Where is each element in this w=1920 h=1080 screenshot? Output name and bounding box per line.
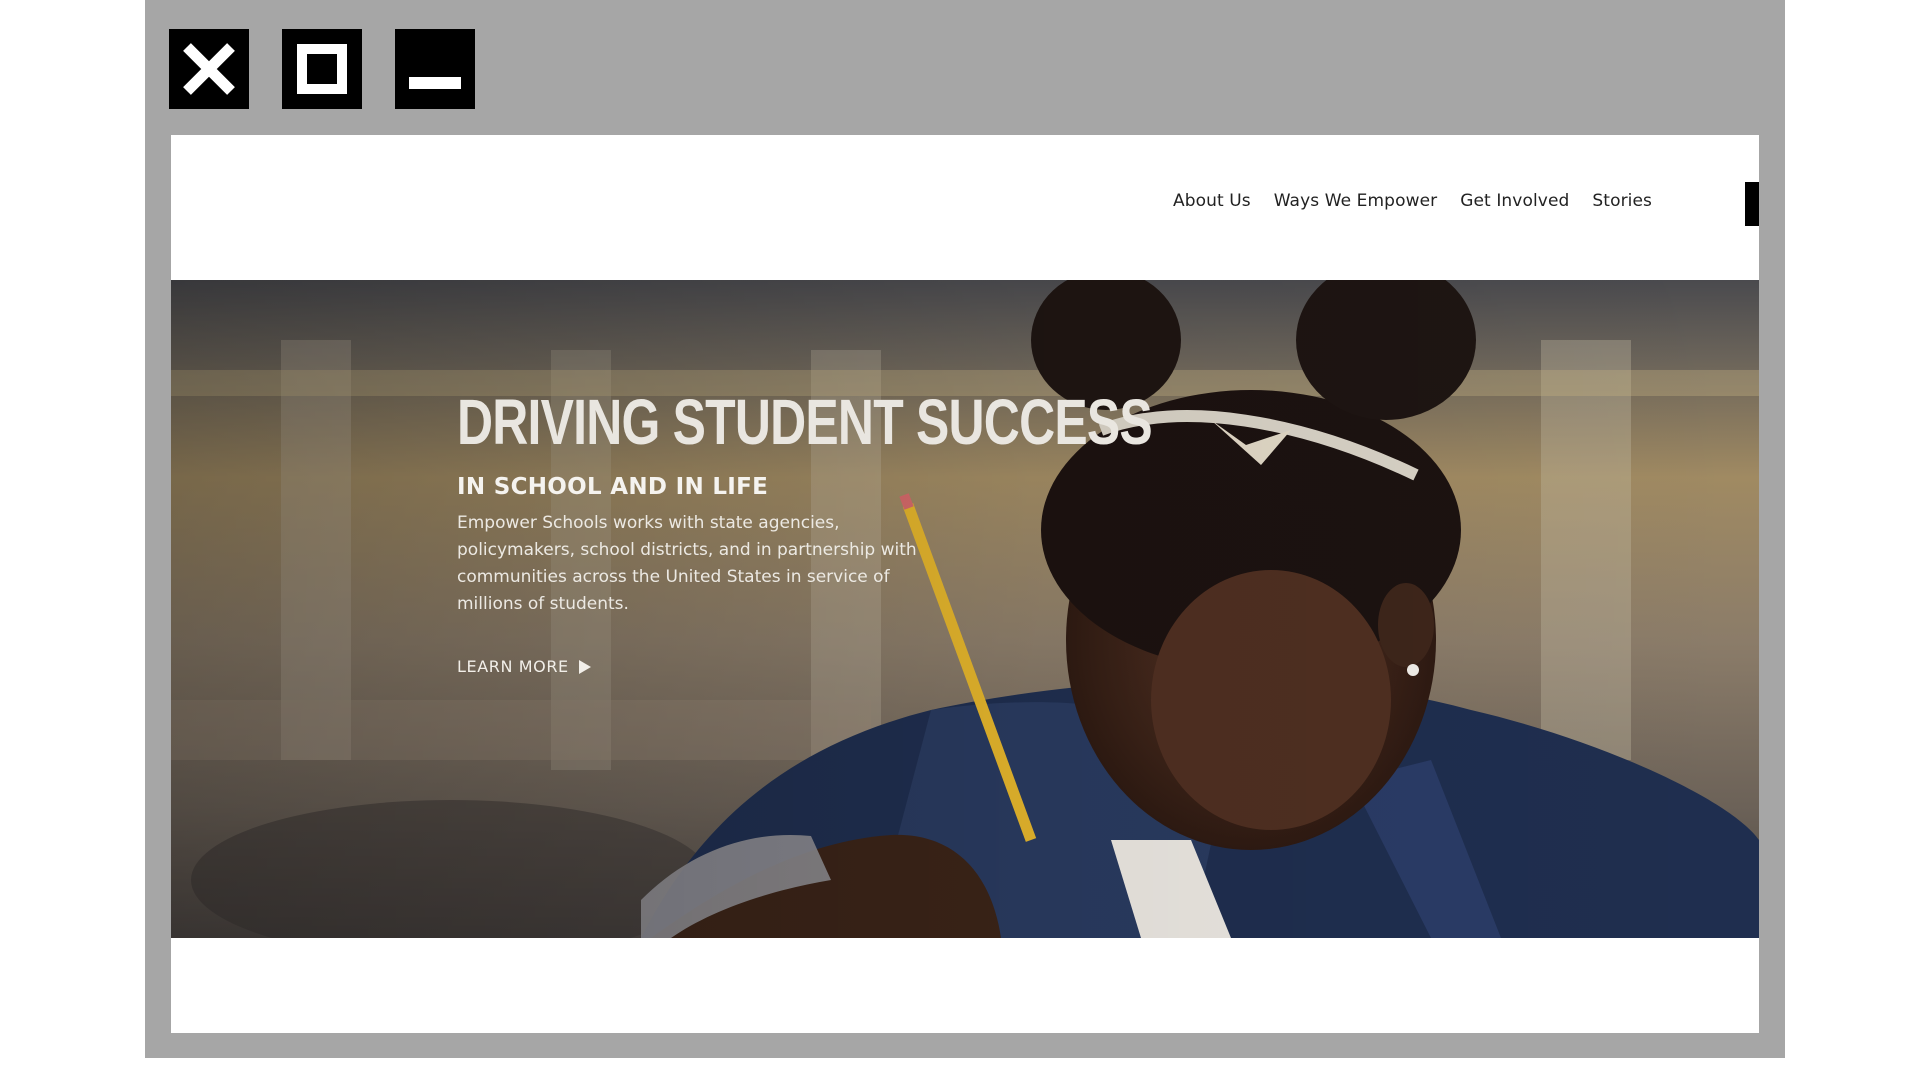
minimize-icon	[409, 77, 461, 89]
close-icon	[183, 43, 235, 95]
maximize-button[interactable]	[282, 29, 362, 109]
play-arrow-icon	[578, 659, 591, 674]
hero-text-block: DRIVING STUDENT SUCCESS IN SCHOOL AND IN…	[457, 386, 1153, 677]
minimize-button[interactable]	[395, 29, 475, 109]
nav-get-involved[interactable]: Get Involved	[1460, 191, 1569, 211]
learn-more-link[interactable]: LEARN MORE	[457, 657, 591, 676]
maximize-icon	[297, 44, 347, 94]
below-hero-section	[171, 938, 1759, 1033]
nav-about-us[interactable]: About Us	[1173, 191, 1251, 211]
browser-page: About Us Ways We Empower Get Involved St…	[171, 135, 1759, 1033]
main-nav: About Us Ways We Empower Get Involved St…	[1173, 191, 1652, 211]
hero-description: Empower Schools works with state agencie…	[457, 513, 917, 614]
learn-more-label: LEARN MORE	[457, 657, 569, 676]
nav-ways-we-empower[interactable]: Ways We Empower	[1274, 191, 1437, 211]
hero-subtitle: IN SCHOOL AND IN LIFE	[457, 474, 769, 500]
close-button[interactable]	[169, 29, 249, 109]
site-header: About Us Ways We Empower Get Involved St…	[171, 135, 1759, 280]
hero-title: DRIVING STUDENT SUCCESS	[457, 386, 1153, 458]
nav-stories[interactable]: Stories	[1592, 191, 1652, 211]
nav-cta-button-edge[interactable]	[1745, 182, 1759, 226]
hero-banner: DRIVING STUDENT SUCCESS IN SCHOOL AND IN…	[171, 280, 1759, 938]
